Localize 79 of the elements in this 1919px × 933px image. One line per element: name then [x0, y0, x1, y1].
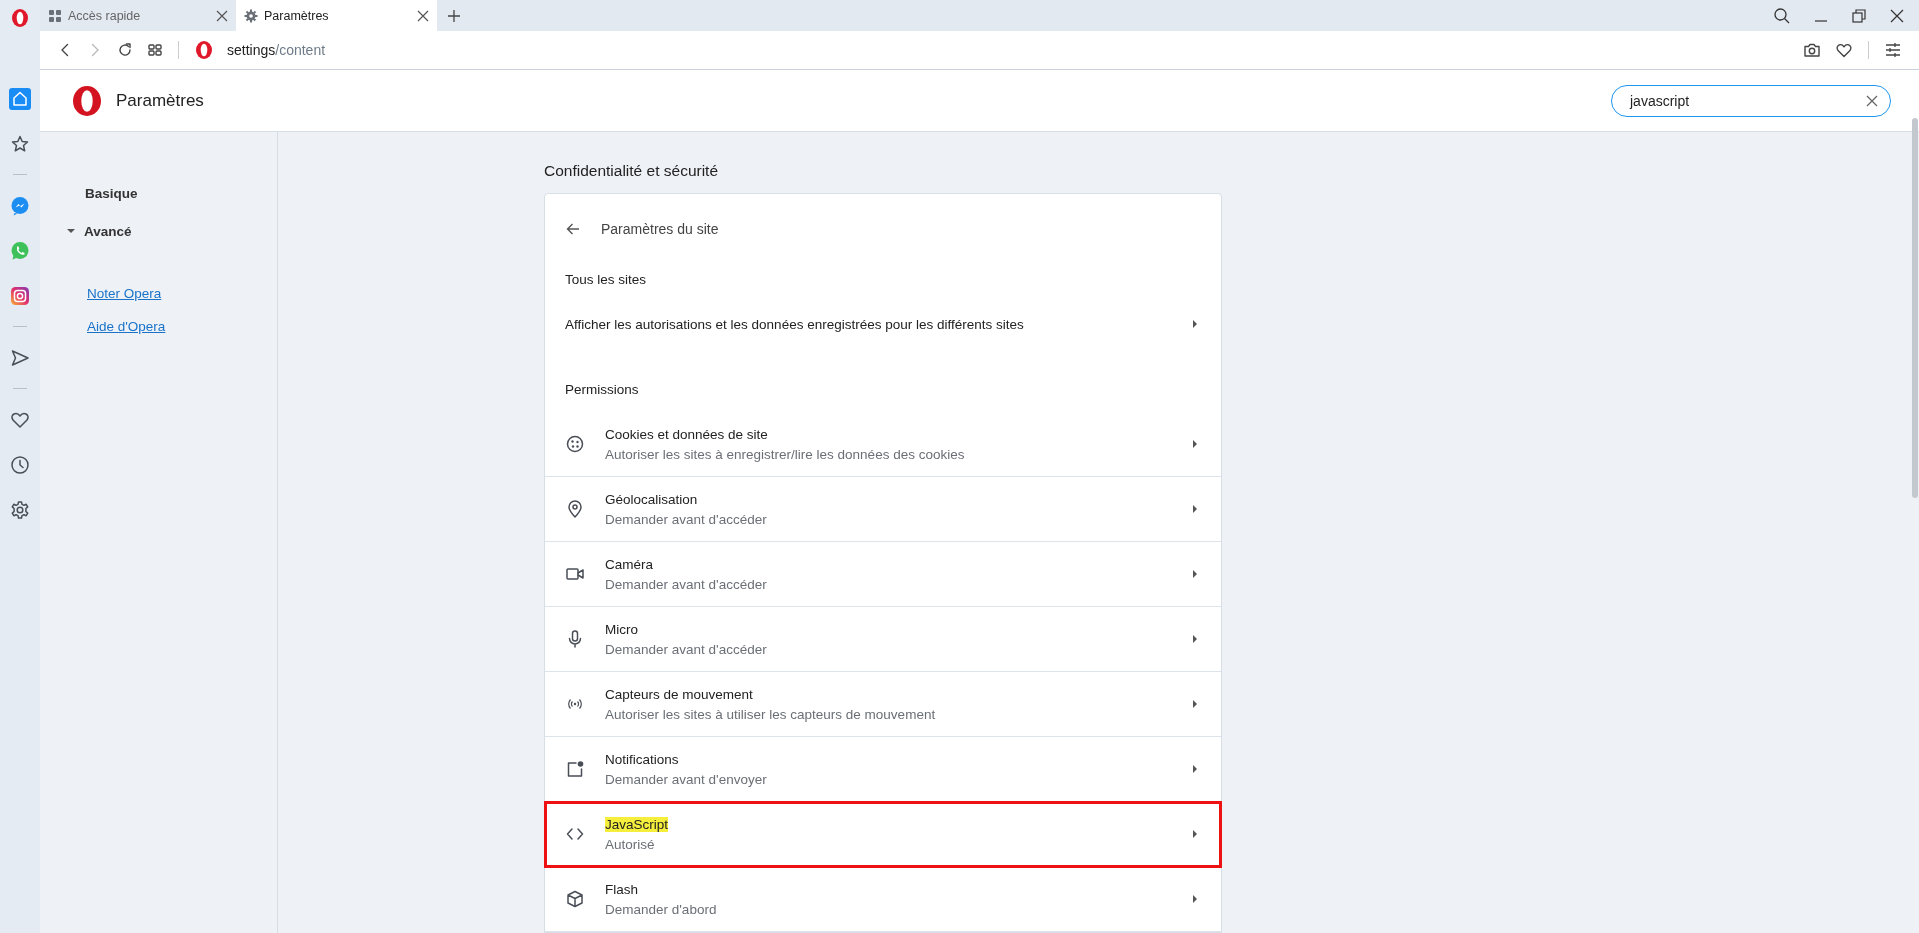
send-icon[interactable]	[9, 347, 31, 369]
nav-item[interactable]: Basique	[85, 185, 138, 201]
row-subtitle: Autoriser les sites à enregistrer/lire les données des cookies	[605, 446, 965, 462]
card-title: Paramètres du site	[601, 221, 719, 237]
triangle-right-icon	[1191, 569, 1199, 579]
heart-icon[interactable]	[1835, 41, 1853, 59]
home-icon[interactable]	[9, 88, 31, 110]
camera-icon[interactable]	[1803, 41, 1821, 59]
row-title: Micro	[605, 621, 638, 637]
gear-icon	[244, 8, 258, 23]
row-subtitle: Autoriser les sites à utiliser les capteurs de mouvement	[605, 706, 936, 722]
clear-icon[interactable]	[1866, 94, 1878, 107]
link[interactable]: Noter Opera	[87, 286, 277, 301]
cookie-icon	[565, 434, 585, 454]
notification-icon	[565, 759, 585, 779]
tab[interactable]: Paramètres	[236, 0, 437, 31]
row-title: Géolocalisation	[605, 491, 698, 507]
link[interactable]: Aide d'Opera	[87, 319, 277, 334]
subheading: Tous les sites	[564, 271, 648, 289]
search-field[interactable]: javascript	[1611, 84, 1891, 117]
scrollbar-thumb[interactable]	[1911, 118, 1918, 498]
settings-row[interactable]: Afficher les autorisations et les données enregistrées pour les différents sites	[545, 302, 1221, 346]
row-title: Caméra	[605, 556, 653, 572]
permission-row[interactable]: Géolocalisation Demander avant d'accéder	[545, 477, 1221, 542]
triangle-right-icon	[1191, 504, 1199, 514]
restore-icon[interactable]	[1851, 7, 1867, 24]
permission-row[interactable]: Caméra Demander avant d'accéder	[545, 542, 1221, 607]
row-subtitle: Demander avant d'envoyer	[605, 771, 767, 787]
row-title: Capteurs de mouvement	[605, 686, 753, 702]
triangle-right-icon	[1191, 764, 1199, 774]
permission-row[interactable]: JavaScript Autorisé	[545, 802, 1221, 867]
back-arrow-icon[interactable]	[565, 221, 581, 237]
camera-square-icon[interactable]	[9, 285, 31, 307]
row-title: Afficher les autorisations et les données enregistrées pour les différents sites	[565, 316, 1024, 332]
permission-row[interactable]: Flash Demander d'abord	[545, 867, 1221, 932]
new-tab-icon[interactable]	[447, 8, 461, 23]
page-title: Paramètres	[116, 90, 204, 111]
address-field[interactable]: settings/content	[227, 42, 326, 58]
triangle-right-icon	[1191, 829, 1199, 839]
subheading: Permissions	[564, 381, 640, 399]
cube-icon	[565, 889, 585, 909]
row-title: Cookies et données de site	[605, 426, 768, 442]
triangle-right-icon	[1191, 699, 1199, 709]
opera-logo[interactable]	[11, 7, 29, 28]
clock-icon[interactable]	[9, 454, 31, 476]
row-subtitle: Demander d'abord	[605, 901, 717, 917]
row-subtitle: Autorisé	[605, 836, 655, 852]
nav-item[interactable]: Avancé	[84, 223, 132, 239]
search-icon[interactable]	[1773, 6, 1791, 25]
row-subtitle: Demander avant d'accéder	[605, 511, 767, 527]
grid-icon	[48, 8, 62, 23]
close-icon[interactable]	[417, 9, 429, 22]
row-title: JavaScript	[605, 816, 669, 832]
grid-icon[interactable]	[147, 42, 163, 58]
close-icon[interactable]	[216, 9, 228, 22]
permission-row[interactable]: Capteurs de mouvement Autoriser les sites à utiliser les capteurs de mouvement	[545, 672, 1221, 737]
row-subtitle: Demander avant d'accéder	[605, 641, 767, 657]
settings-icon[interactable]	[9, 499, 31, 521]
row-title: Flash	[605, 881, 638, 897]
tab[interactable]: Accès rapide	[40, 0, 236, 31]
close-icon[interactable]	[1889, 7, 1905, 24]
triangle-right-icon	[1191, 634, 1199, 644]
chat-bubble-icon[interactable]	[9, 195, 31, 217]
sliders-icon[interactable]	[1884, 41, 1902, 59]
triangle-right-icon	[1191, 439, 1199, 449]
triangle-right-icon	[1191, 894, 1199, 904]
location-pin-icon	[565, 499, 585, 519]
triangle-icon[interactable]	[66, 226, 76, 236]
section-title: Confidentialité et sécurité	[544, 162, 720, 180]
reload-icon[interactable]	[117, 42, 133, 58]
permission-row[interactable]: Cookies et données de site Autoriser les sites à enregistrer/lire les données des cookies	[545, 412, 1221, 477]
permission-row[interactable]: Micro Demander avant d'accéder	[545, 607, 1221, 672]
permission-row[interactable]: Notifications Demander avant d'envoyer	[545, 737, 1221, 802]
opera-icon	[195, 40, 213, 60]
triangle-right-icon	[1191, 319, 1199, 329]
star-icon[interactable]	[9, 133, 31, 155]
row-subtitle: Demander avant d'accéder	[605, 576, 767, 592]
opera-logo	[72, 84, 102, 117]
row-title: Notifications	[605, 751, 679, 767]
